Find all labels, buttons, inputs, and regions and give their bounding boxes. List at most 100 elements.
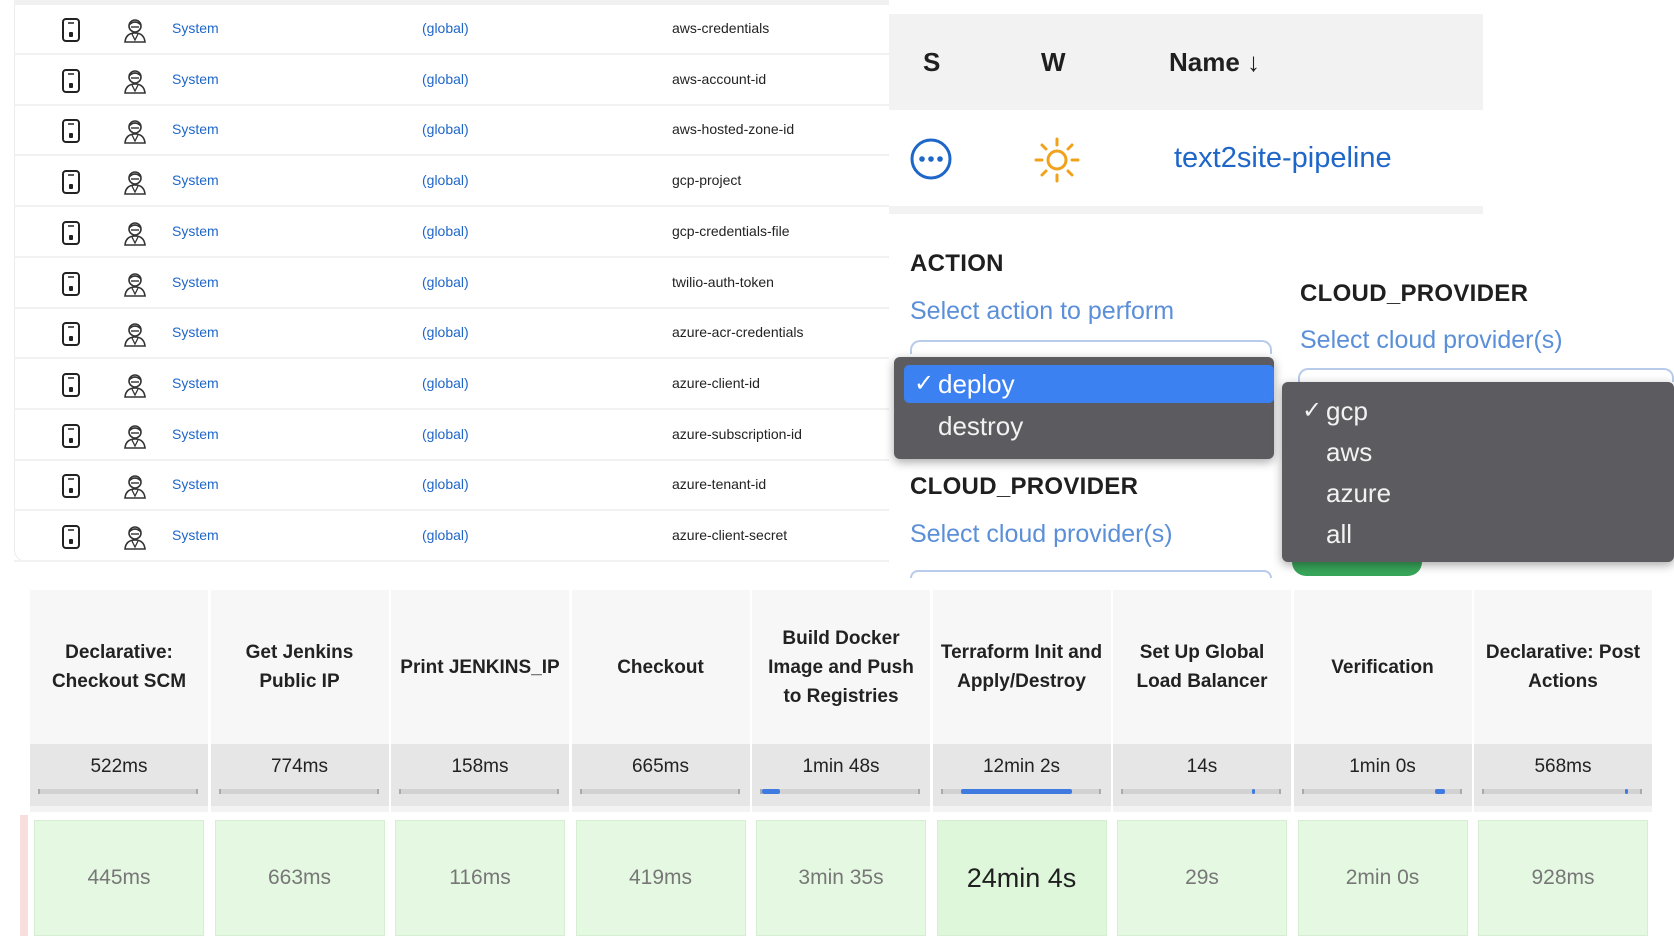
job-table-header: S W Name ↓ (889, 14, 1483, 110)
stage-divider (210, 806, 389, 812)
credential-store-link[interactable]: System (172, 476, 219, 492)
cloud-provider-select-field[interactable] (1298, 368, 1674, 382)
weather-column-header[interactable]: W (1041, 47, 1066, 78)
credential-domain-link[interactable]: (global) (422, 375, 469, 391)
phone-icon (62, 474, 80, 499)
credential-id: gcp-project (672, 172, 742, 189)
credential-domain-link[interactable]: (global) (422, 426, 469, 442)
user-secret-icon (124, 323, 146, 347)
stage-divider (1113, 806, 1291, 812)
credential-domain-link[interactable]: (global) (422, 324, 469, 340)
stage-run-duration: 116ms (449, 866, 511, 889)
stage-run-duration: 445ms (87, 866, 151, 889)
credential-row: System (global) aws-hosted-zone-id (14, 106, 889, 157)
credential-domain-link[interactable]: (global) (422, 71, 469, 87)
credential-store-link[interactable]: System (172, 71, 219, 87)
stage-progress-track (1482, 789, 1642, 794)
stage-run-cell[interactable]: 116ms (395, 820, 565, 936)
stage-run-cell[interactable]: 419ms (575, 820, 746, 936)
stage-run-cell[interactable]: 928ms (1478, 820, 1648, 936)
credential-store-link[interactable]: System (172, 274, 219, 290)
stage-name: Print JENKINS_IP (400, 656, 560, 678)
credential-store-link[interactable]: System (172, 527, 219, 543)
cloud-provider-param-description: Select cloud provider(s) (1300, 326, 1563, 354)
credential-row: System (global) gcp-project (14, 157, 889, 208)
credential-domain-link[interactable]: (global) (422, 172, 469, 188)
credential-domain-link[interactable]: (global) (422, 20, 469, 36)
stage-column: Checkout 665ms 419ms (571, 590, 752, 936)
stage-run-cell[interactable]: 29s (1117, 820, 1287, 936)
credential-id: twilio-auth-token (672, 273, 774, 290)
user-secret-icon (124, 374, 146, 398)
stage-run-duration: 928ms (1531, 866, 1595, 889)
job-table-footer (889, 206, 1483, 214)
stage-average-duration: 158ms (451, 756, 509, 777)
stage-average: 12min 2s (932, 744, 1111, 806)
credential-domain-link[interactable]: (global) (422, 223, 469, 239)
credential-domain-link[interactable]: (global) (422, 121, 469, 137)
stage-divider (571, 806, 750, 812)
user-secret-icon (124, 19, 146, 43)
stage-divider (932, 806, 1111, 812)
stage-average: 568ms (1474, 744, 1652, 806)
credential-id: aws-credentials (672, 20, 770, 36)
stage-run-cell[interactable]: 3min 35s (756, 820, 926, 936)
stage-average-duration: 665ms (631, 756, 690, 777)
option-label: deploy (938, 369, 1015, 399)
stage-progress-track (218, 789, 379, 794)
name-column-header[interactable]: Name ↓ (1169, 47, 1260, 78)
option-label: azure (1326, 478, 1392, 508)
credential-row: System (global) azure-client-secret (14, 512, 889, 562)
sun-icon (1034, 137, 1080, 183)
stage-column: Verification 1min 0s 2min 0s (1293, 590, 1474, 936)
credential-store-link[interactable]: System (172, 121, 219, 137)
credential-domain-link[interactable]: (global) (422, 476, 469, 492)
job-name-link[interactable]: text2site-pipeline (1174, 142, 1392, 175)
cloud-provider-select-field[interactable] (910, 570, 1272, 578)
status-column-header[interactable]: S (923, 47, 940, 78)
stage-average: 1min 48s (752, 744, 930, 806)
phone-icon (62, 220, 80, 245)
stage-progress-track (1301, 789, 1462, 794)
action-select-field[interactable] (910, 340, 1272, 354)
credential-id: aws-hosted-zone-id (672, 121, 795, 138)
user-secret-icon (124, 171, 146, 195)
stage-run-cell[interactable]: 24min 4s (936, 820, 1107, 936)
credential-store-link[interactable]: System (172, 375, 219, 391)
job-row: text2site-pipeline (889, 110, 1483, 206)
stage-run-cell[interactable]: 663ms (214, 820, 385, 936)
build-row-marker (20, 815, 28, 936)
option-label: aws (1326, 437, 1373, 467)
credential-domain-link[interactable]: (global) (422, 274, 469, 290)
cloud-option-gcp[interactable]: ✓ gcp (1292, 392, 1674, 430)
cloud-option-aws[interactable]: aws (1292, 433, 1674, 471)
stage-average: 1min 0s (1293, 744, 1472, 806)
stage-run-cell[interactable]: 445ms (34, 820, 204, 936)
credential-domain-link[interactable]: (global) (422, 527, 469, 543)
stage-divider (30, 806, 208, 812)
credential-store-link[interactable]: System (172, 172, 219, 188)
stage-header: Declarative: Post Actions (1474, 590, 1652, 744)
credential-store-link[interactable]: System (172, 426, 219, 442)
stage-header: Set Up Global Load Balancer (1113, 590, 1291, 744)
user-secret-icon (124, 120, 146, 145)
cloud-provider-param-label: CLOUD_PROVIDER (910, 473, 1139, 500)
stage-header: Checkout (571, 590, 750, 744)
cloud-provider-param-description: Select cloud provider(s) (910, 520, 1173, 548)
cloud-option-azure[interactable]: azure (1292, 474, 1674, 512)
cloud-provider-dropdown-menu: ✓ gcp aws azure all (1282, 382, 1674, 562)
cloud-option-all[interactable]: all (1292, 515, 1674, 553)
stage-run-duration: 3min 35s (798, 866, 884, 889)
stage-progress-track (760, 789, 920, 794)
stage-divider (752, 806, 930, 812)
check-icon: ✓ (914, 370, 935, 397)
credential-id: azure-client-secret (672, 527, 788, 543)
action-option-deploy[interactable]: ✓ deploy (904, 365, 1274, 403)
action-option-destroy[interactable]: destroy (904, 407, 1274, 445)
credential-store-link[interactable]: System (172, 324, 219, 340)
stage-average-duration: 12min 2s (982, 756, 1061, 777)
credential-store-link[interactable]: System (172, 20, 219, 36)
credential-row: System (global) aws-credentials (14, 5, 889, 55)
credential-store-link[interactable]: System (172, 223, 219, 239)
stage-run-cell[interactable]: 2min 0s (1297, 820, 1468, 936)
